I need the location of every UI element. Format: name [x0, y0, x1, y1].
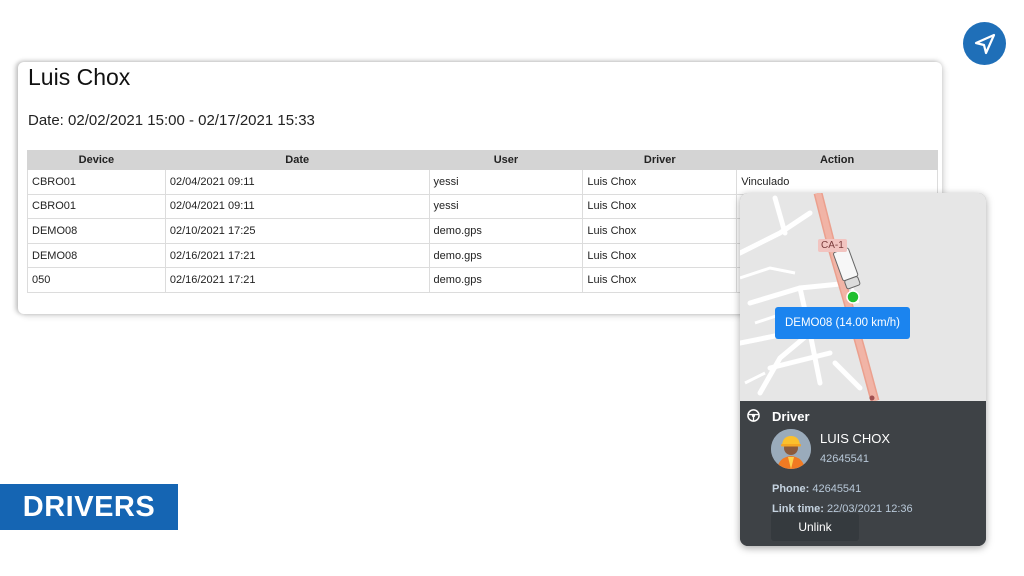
cell-device: DEMO08 — [27, 218, 166, 244]
cell-driver: Luis Chox — [582, 218, 738, 244]
cell-user: demo.gps — [428, 242, 584, 269]
cell-device: CBRO01 — [27, 169, 166, 195]
cell-user: yessi — [428, 169, 584, 195]
cell-user: demo.gps — [428, 218, 584, 244]
column-header-user[interactable]: User — [428, 150, 584, 170]
cell-device: CBRO01 — [27, 193, 166, 220]
cell-driver: Luis Chox — [582, 242, 738, 269]
unlink-button[interactable]: Unlink — [771, 513, 859, 541]
driver-info-panel: Driver LUIS CHOX 42645541 Phone: 4264554… — [740, 401, 986, 546]
device-popup: CA-1 DEMO08 (14.00 km/h) Driver LUIS CHO… — [740, 193, 986, 546]
section-label: DRIVERS — [0, 484, 178, 530]
report-title: Luis Chox — [28, 64, 131, 90]
map-streets — [740, 193, 986, 401]
navigation-button[interactable] — [963, 22, 1006, 65]
driver-name: LUIS CHOX — [820, 431, 891, 446]
cell-date: 02/16/2021 17:21 — [164, 242, 430, 269]
map-view[interactable]: CA-1 DEMO08 (14.00 km/h) — [740, 193, 986, 401]
cell-date: 02/04/2021 09:11 — [164, 193, 430, 220]
cell-user: yessi — [428, 193, 584, 220]
cell-user: demo.gps — [428, 267, 584, 293]
cell-action: Vinculado — [736, 169, 938, 195]
cell-driver: Luis Chox — [582, 267, 738, 293]
cell-driver: Luis Chox — [582, 169, 738, 195]
steering-wheel-icon — [747, 409, 760, 422]
column-header-date[interactable]: Date — [164, 150, 430, 170]
road-label: CA-1 — [818, 239, 847, 252]
device-tooltip[interactable]: DEMO08 (14.00 km/h) — [775, 307, 910, 339]
driver-panel-heading: Driver — [772, 409, 810, 424]
table-header-row: Device Date User Driver Action — [27, 150, 938, 170]
column-header-device[interactable]: Device — [27, 150, 166, 170]
cell-driver: Luis Chox — [582, 193, 738, 220]
cell-device: DEMO08 — [27, 242, 166, 269]
driver-avatar-icon — [771, 429, 811, 469]
phone-value: 42645541 — [812, 483, 862, 495]
column-header-action[interactable]: Action — [736, 150, 938, 170]
cell-device: 050 — [27, 267, 166, 293]
table-row[interactable]: CBRO01 02/04/2021 09:11 yessi Luis Chox … — [27, 169, 938, 195]
cell-date: 02/16/2021 17:21 — [164, 267, 430, 293]
phone-label: Phone: — [772, 483, 810, 495]
driver-phone: Phone: 42645541 — [772, 483, 861, 495]
cell-date: 02/04/2021 09:11 — [164, 169, 430, 195]
report-date-range: Date: 02/02/2021 15:00 - 02/17/2021 15:3… — [28, 112, 315, 129]
column-header-driver[interactable]: Driver — [582, 150, 738, 170]
driver-id: 42645541 — [820, 453, 869, 465]
cell-date: 02/10/2021 17:25 — [164, 218, 430, 244]
navigation-arrow-icon — [974, 33, 995, 54]
